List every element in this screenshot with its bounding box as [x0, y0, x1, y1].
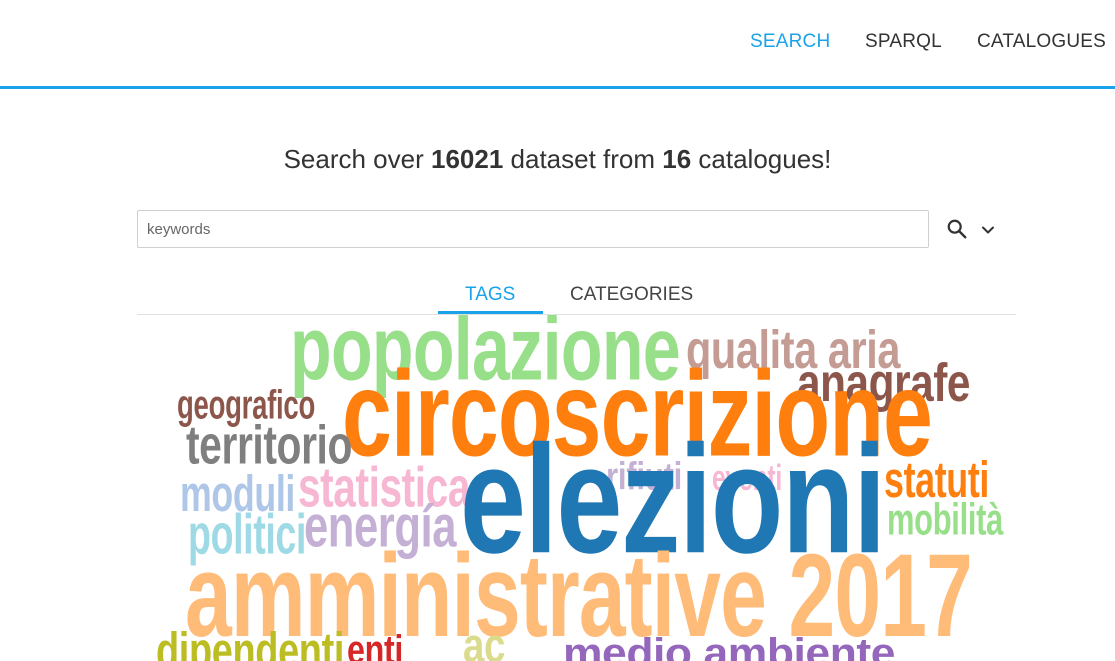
headline-prefix: Search over	[283, 144, 431, 174]
tag-enti[interactable]: enti	[347, 629, 403, 661]
headline-middle: dataset from	[503, 144, 663, 174]
search-icon[interactable]	[946, 218, 968, 240]
catalogue-count: 16	[662, 144, 692, 174]
top-navbar: SEARCH SPARQL CATALOGUES	[0, 0, 1115, 89]
tag-cloud: popolazione qualita aria anagrafe geografic…	[0, 315, 1115, 661]
dataset-count: 16021	[430, 144, 504, 174]
tag-dipendenti[interactable]: dipendenti	[156, 625, 344, 661]
tag-ac[interactable]: ac	[463, 621, 505, 661]
tag-medio-ambiente[interactable]: medio ambiente	[563, 632, 895, 661]
chevron-down-icon[interactable]	[980, 222, 996, 238]
tab-categories[interactable]: CATEGORIES	[570, 284, 693, 306]
nav-sparql[interactable]: SPARQL	[865, 31, 942, 53]
nav-search[interactable]: SEARCH	[750, 31, 830, 53]
tab-tags[interactable]: TAGS	[465, 284, 515, 306]
headline-suffix: catalogues!	[691, 144, 832, 174]
page-headline: Search over 16021 dataset from 16 catalo…	[0, 144, 1115, 175]
nav-catalogues[interactable]: CATALOGUES	[977, 31, 1106, 53]
search-input[interactable]	[137, 210, 929, 248]
